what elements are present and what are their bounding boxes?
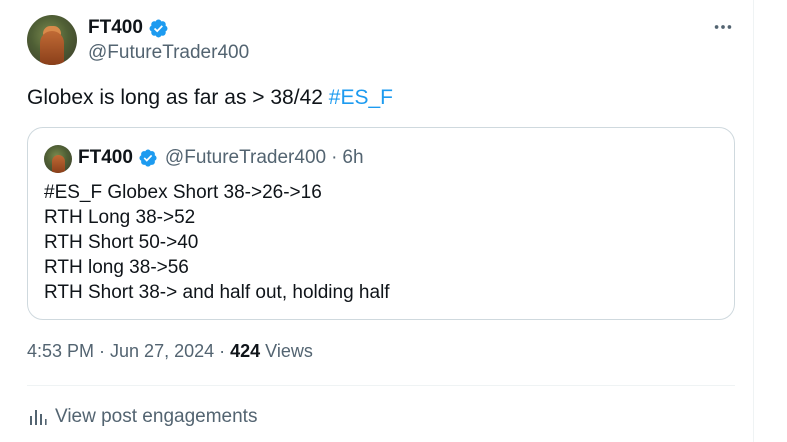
author-display-name[interactable]: FT400 [88, 17, 143, 39]
more-dots-icon [714, 25, 732, 29]
quote-line: RTH Long 38->52 [44, 207, 196, 228]
analytics-bars-icon [30, 410, 47, 425]
tweet-meta: 4:53 PM · Jun 27, 2024 · 424 Views [27, 341, 313, 362]
quote-handle[interactable]: @FutureTrader400 [165, 147, 326, 169]
view-engagements-label[interactable]: View post engagements [55, 406, 257, 428]
quote-timestamp[interactable]: 6h [342, 147, 363, 169]
view-engagements-link[interactable]: View post engagements [29, 406, 257, 428]
views-label: Views [260, 341, 313, 361]
quote-line: RTH Short 50->40 [44, 232, 199, 253]
quote-header: FT400 @FutureTrader400 · 6h [78, 147, 364, 169]
tweet-text: Globex is long as far as > 38/42 #ES_F [27, 86, 393, 110]
quote-text: #ES_F Globex Short 38->26->16 RTH Long 3… [44, 180, 390, 305]
quote-line: RTH Short 38-> and half out, holding hal… [44, 282, 390, 303]
quote-line: #ES_F Globex Short 38->26->16 [44, 182, 322, 203]
quote-line: RTH long 38->56 [44, 257, 189, 278]
tweet-text-body: Globex is long as far as > 38/42 [27, 86, 329, 109]
hashtag-link[interactable]: #ES_F [329, 86, 393, 109]
author-avatar[interactable] [27, 15, 77, 65]
timeline-divider [753, 0, 754, 442]
quote-separator: · [331, 147, 338, 168]
verified-badge-icon [149, 19, 168, 37]
more-options-button[interactable] [710, 16, 736, 38]
tweet-container: FT400 @FutureTrader400 Globex is long as… [0, 0, 787, 442]
verified-badge-icon [139, 149, 157, 167]
divider [27, 385, 735, 386]
quote-author-avatar[interactable] [44, 145, 72, 173]
views-count: 424 [230, 341, 261, 361]
author-name-row[interactable]: FT400 [88, 17, 169, 39]
quoted-tweet[interactable]: FT400 @FutureTrader400 · 6h #ES_F Globex… [27, 127, 735, 320]
post-timestamp[interactable]: 4:53 PM · Jun 27, 2024 [27, 341, 214, 361]
author-handle[interactable]: @FutureTrader400 [88, 42, 249, 64]
meta-separator: · [214, 341, 231, 361]
quote-display-name[interactable]: FT400 [78, 147, 133, 169]
